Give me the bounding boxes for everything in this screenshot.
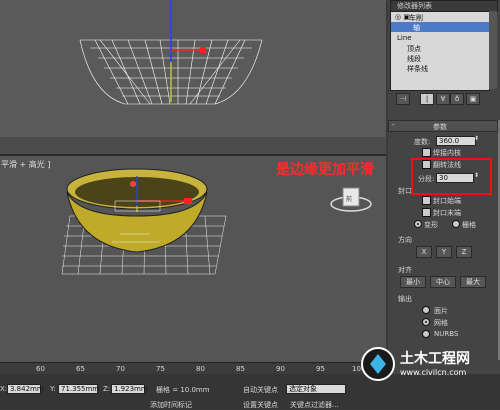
direction-y-button[interactable]: Y: [436, 246, 452, 258]
weld-core-checkbox[interactable]: [422, 148, 431, 157]
direction-x-button[interactable]: X: [416, 246, 432, 258]
autokey-toggle[interactable]: 自动关键点: [243, 385, 278, 395]
watermark-logo-icon: [361, 347, 395, 381]
show-end-result-button[interactable]: |: [420, 93, 434, 105]
pin-stack-button[interactable]: ⊣: [396, 93, 410, 105]
z-coordinate-field[interactable]: 1.923mm: [111, 384, 148, 394]
degrees-field[interactable]: 360.0: [436, 136, 476, 146]
viewport-top[interactable]: [0, 0, 386, 156]
output-mesh-radio[interactable]: [422, 318, 430, 326]
modifier-stack[interactable]: ◎ ▣ 车削 轴 Line 顶点 线段 样条线: [390, 11, 490, 91]
output-patch-radio[interactable]: [422, 306, 430, 314]
cap-start-checkbox[interactable]: [422, 196, 431, 205]
grid-radio[interactable]: [452, 220, 460, 228]
viewport-perspective[interactable]: 平滑 + 高光 ] 前: [0, 156, 386, 362]
stack-item-segment[interactable]: 线段: [407, 54, 421, 64]
watermark: 土木工程网 www.civilcn.com: [360, 342, 498, 386]
annotation-note: 是边缘更加平滑: [276, 162, 374, 178]
direction-z-button[interactable]: Z: [456, 246, 472, 258]
stack-item-lathe[interactable]: ◎ ▣ 车削: [391, 12, 489, 22]
make-unique-button[interactable]: ∀: [436, 93, 450, 105]
stack-item-spline[interactable]: 样条线: [407, 64, 428, 74]
degrees-spinner-icon[interactable]: ⬍: [474, 135, 479, 142]
svg-text:前: 前: [346, 195, 352, 203]
viewcube-icon[interactable]: 前: [327, 182, 377, 222]
stack-item-axis[interactable]: 轴: [391, 22, 489, 32]
output-nurbs-radio[interactable]: [422, 330, 430, 338]
align-max-button[interactable]: 最大: [460, 276, 486, 288]
x-coordinate-field[interactable]: 3.842mm: [7, 384, 44, 394]
configure-sets-button[interactable]: ▣: [466, 93, 480, 105]
stack-item-vertex[interactable]: 顶点: [407, 44, 421, 54]
y-coordinate-field[interactable]: 71.355mm: [58, 384, 99, 394]
highlight-frame: [411, 158, 492, 195]
remove-modifier-button[interactable]: ð: [450, 93, 464, 105]
wire-bowl-top: [0, 0, 386, 154]
stack-scrollbar[interactable]: [489, 11, 497, 89]
grid-size-label: 栅格 = 10.0mm: [156, 386, 210, 394]
stack-item-line[interactable]: Line: [397, 34, 412, 42]
cap-end-checkbox[interactable]: [422, 208, 431, 217]
morph-radio[interactable]: [414, 220, 422, 228]
align-min-button[interactable]: 最小: [400, 276, 426, 288]
align-center-button[interactable]: 中心: [430, 276, 456, 288]
selection-set-dropdown[interactable]: 选定对象: [286, 384, 346, 394]
params-rollout-header[interactable]: 参数 -: [388, 120, 498, 132]
